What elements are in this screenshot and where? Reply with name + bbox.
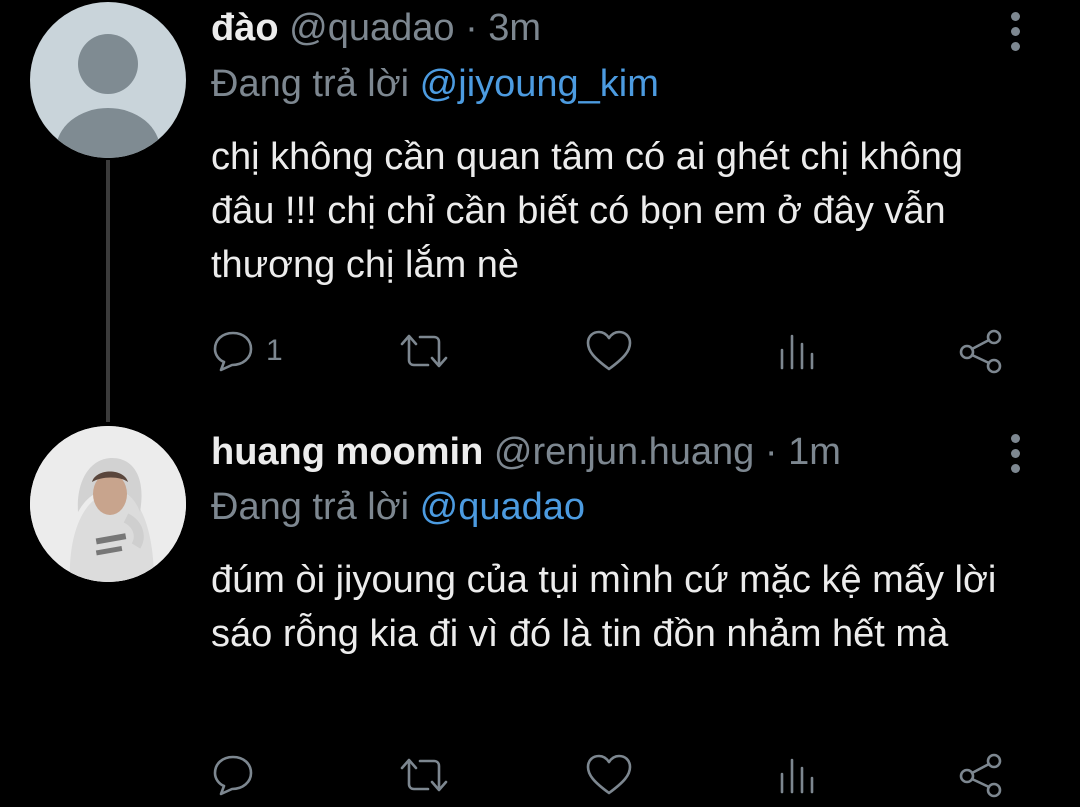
display-name[interactable]: đào: [211, 7, 279, 49]
reply-context: Đang trả lời @quadao: [211, 485, 585, 529]
tweet[interactable]: huang moomin @renjun.huang · 1m Đang trả…: [0, 410, 1080, 807]
reply-icon: [213, 755, 253, 796]
tweet[interactable]: đào @quadao · 3m Đang trả lời @jiyoung_k…: [0, 0, 1080, 422]
retweet-button[interactable]: [396, 750, 452, 800]
share-button[interactable]: [956, 750, 1006, 800]
user-handle[interactable]: @renjun.huang: [494, 431, 754, 473]
analytics-icon: [780, 758, 814, 794]
reply-prefix: Đang trả lời: [211, 486, 410, 528]
heart-icon: [586, 330, 632, 371]
mention-link[interactable]: @quadao: [420, 486, 585, 528]
tweet-actions: [210, 750, 1040, 800]
share-icon: [959, 753, 1002, 798]
analytics-button[interactable]: [774, 326, 818, 376]
user-handle[interactable]: @quadao: [289, 7, 454, 49]
avatar[interactable]: [30, 2, 186, 158]
default-avatar-icon: [56, 34, 160, 158]
mention-link[interactable]: @jiyoung_kim: [420, 63, 659, 105]
share-button[interactable]: [956, 326, 1006, 376]
tweet-actions: 1: [210, 326, 1040, 376]
tweet-text: đúm òi jiyoung của tụi mình cứ mặc kệ mấ…: [211, 559, 997, 655]
retweet-button[interactable]: [396, 326, 452, 376]
analytics-button[interactable]: [774, 750, 818, 800]
timestamp[interactable]: 1m: [788, 431, 841, 473]
reply-button[interactable]: 1: [210, 326, 283, 376]
tweet-header: huang moomin @renjun.huang · 1m: [211, 430, 841, 474]
reply-prefix: Đang trả lời: [211, 63, 410, 105]
analytics-icon: [780, 334, 814, 370]
timestamp[interactable]: 3m: [488, 7, 541, 49]
avatar[interactable]: [30, 426, 186, 582]
retweet-icon: [400, 334, 448, 368]
more-options-icon[interactable]: [1005, 434, 1025, 479]
reply-count: 1: [266, 334, 283, 367]
separator-dot: ·: [764, 431, 778, 473]
separator-dot: ·: [465, 7, 478, 49]
like-button[interactable]: [584, 750, 634, 800]
thread-line: [106, 160, 110, 422]
retweet-icon: [400, 758, 448, 792]
share-icon: [959, 329, 1002, 374]
tweet-header: đào @quadao · 3m: [211, 6, 541, 50]
reply-icon: [213, 331, 253, 372]
reply-button[interactable]: [210, 750, 266, 800]
display-name[interactable]: huang moomin: [211, 431, 483, 473]
user-photo-avatar: [30, 426, 186, 582]
more-options-icon[interactable]: [1005, 12, 1025, 57]
tweet-text: chị không cần quan tâm có ai ghét chị kh…: [211, 136, 964, 286]
like-button[interactable]: [584, 326, 634, 376]
heart-icon: [586, 754, 632, 795]
reply-context: Đang trả lời @jiyoung_kim: [211, 62, 659, 106]
